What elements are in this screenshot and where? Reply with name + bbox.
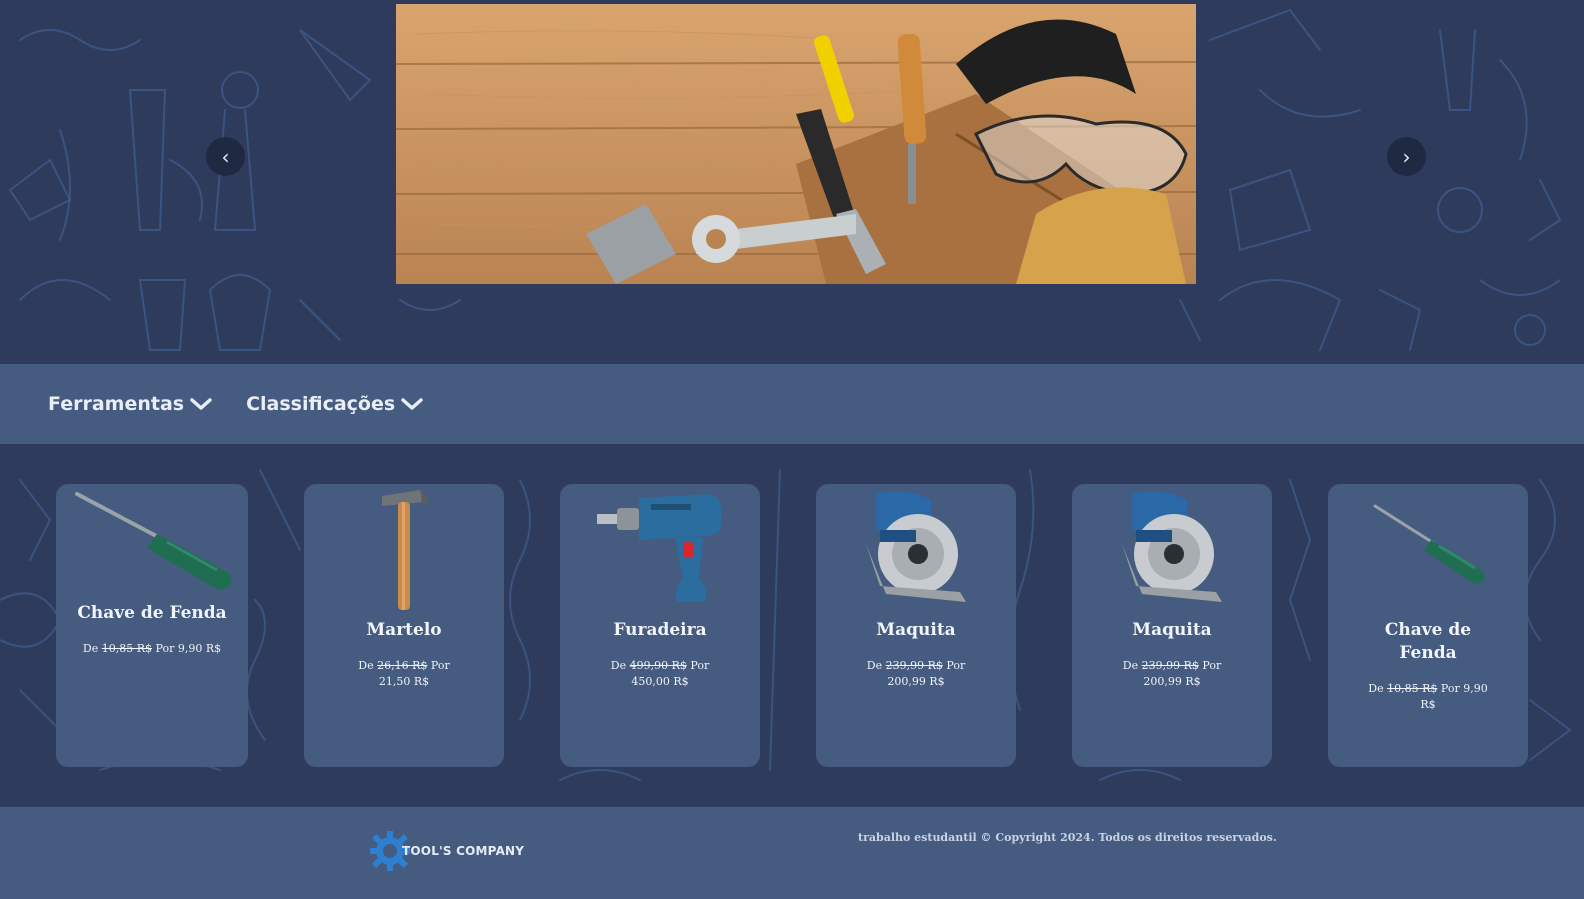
logo-text: TOOL'S COMPANY <box>402 844 525 858</box>
nav-classificacoes-dropdown[interactable]: Classificações <box>246 393 423 415</box>
product-image <box>560 484 760 619</box>
price-prefix: De <box>1368 682 1384 695</box>
carousel-next-button[interactable]: › <box>1387 137 1426 176</box>
product-price: De 10,85 R$ Por 9,90 R$ <box>82 641 222 657</box>
price-prefix: De <box>82 642 99 655</box>
product-price: De 10,85 R$ Por 9,90 R$ <box>1368 681 1488 713</box>
product-price: De 239,99 R$ Por 200,99 R$ <box>856 658 976 690</box>
carousel-prev-button[interactable]: ‹ <box>206 137 245 176</box>
product-card[interactable]: Chave de Fenda De 10,85 R$ Por 9,90 R$ <box>1328 484 1528 767</box>
product-price: De 499,90 R$ Por 450,00 R$ <box>600 658 720 690</box>
old-price: 10,85 R$ <box>1387 682 1438 695</box>
circular-saw-icon <box>866 491 966 602</box>
carousel-banner-image[interactable] <box>396 4 1196 284</box>
price-prefix: De <box>358 659 374 672</box>
chevron-right-icon: › <box>1402 144 1411 169</box>
nav-item-label: Classificações <box>246 393 396 415</box>
old-price: 239,99 R$ <box>885 659 943 672</box>
screwdriver-icon <box>1373 504 1485 584</box>
product-card[interactable]: Maquita De 239,99 R$ Por 200,99 R$ <box>1072 484 1272 767</box>
product-image <box>1072 484 1272 619</box>
nav-ferramentas-dropdown[interactable]: Ferramentas <box>48 393 212 415</box>
old-price: 499,90 R$ <box>629 659 687 672</box>
product-name: Martelo <box>366 620 442 640</box>
tools-on-wood-illustration <box>396 4 1196 284</box>
company-logo[interactable]: TOOL'S COMPANY <box>370 829 524 873</box>
price-prefix: De <box>866 659 883 672</box>
product-name: Chave de Fenda <box>77 603 227 623</box>
product-name: Furadeira <box>613 620 707 640</box>
price-prefix: De <box>610 659 627 672</box>
hammer-icon <box>382 490 429 610</box>
product-image <box>816 484 1016 619</box>
product-list: Chave de Fenda De 10,85 R$ Por 9,90 R$ M… <box>0 444 1584 807</box>
product-image <box>56 484 248 602</box>
product-price: De 26,16 R$ Por 21,50 R$ <box>344 658 464 690</box>
old-price: 26,16 R$ <box>377 659 428 672</box>
category-navbar: Ferramentas Classificações <box>0 364 1584 444</box>
product-price: De 239,99 R$ Por 200,99 R$ <box>1112 658 1232 690</box>
circular-saw-icon <box>1122 491 1222 602</box>
product-image <box>1328 484 1528 619</box>
chevron-down-icon <box>401 397 423 411</box>
product-card[interactable]: Martelo De 26,16 R$ Por 21,50 R$ <box>304 484 504 767</box>
drill-icon <box>597 494 721 602</box>
old-price: 10,85 R$ <box>101 642 152 655</box>
product-name: Chave de Fenda <box>1384 620 1472 663</box>
copyright-text: trabalho estudantil © Copyright 2024. To… <box>858 831 1277 844</box>
chevron-left-icon: ‹ <box>221 144 230 169</box>
nav-item-label: Ferramentas <box>48 393 185 415</box>
product-image <box>304 484 504 619</box>
hero-section: ‹ › <box>0 0 1584 364</box>
old-price: 239,99 R$ <box>1141 659 1199 672</box>
product-name: Maquita <box>876 620 956 640</box>
product-card[interactable]: Chave de Fenda De 10,85 R$ Por 9,90 R$ <box>56 484 248 767</box>
product-card[interactable]: Furadeira De 499,90 R$ Por 450,00 R$ <box>560 484 760 767</box>
chevron-down-icon <box>190 397 212 411</box>
product-card[interactable]: Maquita De 239,99 R$ Por 200,99 R$ <box>816 484 1016 767</box>
new-price: Por 9,90 R$ <box>155 642 222 655</box>
screwdriver-icon <box>75 492 232 590</box>
product-name: Maquita <box>1132 620 1212 640</box>
price-prefix: De <box>1122 659 1139 672</box>
site-footer: TOOL'S COMPANY trabalho estudantil © Cop… <box>0 807 1584 899</box>
